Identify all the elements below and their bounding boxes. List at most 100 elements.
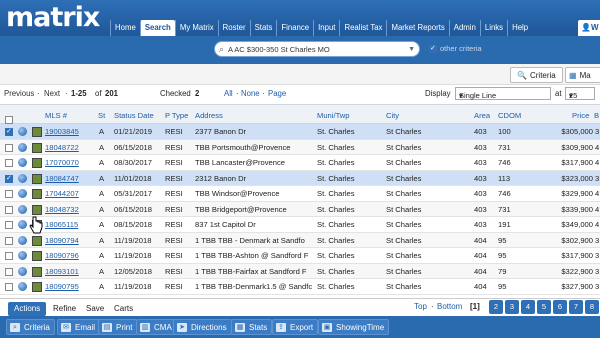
- globe-icon[interactable]: [18, 127, 27, 136]
- photo-icon[interactable]: [32, 282, 42, 292]
- criteria-button[interactable]: 🔍 Criteria: [510, 67, 563, 83]
- mls-number[interactable]: 18090794: [45, 236, 100, 245]
- table-row[interactable]: 18065115 A 08/15/2018 RESI 837 1st Capitol D…: [0, 217, 600, 233]
- col-muni[interactable]: Muni/Twp: [317, 111, 350, 120]
- mls-number[interactable]: 17070070: [45, 158, 100, 167]
- select-page-link[interactable]: Page: [268, 89, 286, 98]
- map-button[interactable]: ▦ Ma: [565, 67, 600, 83]
- stats-button[interactable]: ▦ Stats: [231, 319, 273, 335]
- nav-input[interactable]: Input: [313, 20, 339, 36]
- previous-link[interactable]: Previous: [4, 89, 34, 98]
- top-link[interactable]: Top: [414, 302, 427, 311]
- showingtime-button[interactable]: ▣ ShowingTime: [318, 319, 390, 335]
- select-all-link[interactable]: All: [224, 89, 233, 98]
- nav-roster[interactable]: Roster: [217, 20, 250, 36]
- page-7[interactable]: 7: [569, 300, 583, 314]
- globe-icon[interactable]: [18, 173, 27, 183]
- col-ptype[interactable]: P Type: [165, 111, 188, 120]
- page-2[interactable]: 2: [489, 300, 503, 314]
- next-link[interactable]: Next: [44, 89, 60, 98]
- page-3[interactable]: 3: [505, 300, 519, 314]
- table-row[interactable]: 18048732 A 06/15/2018 RESI TBB Bridgeport@Pr…: [0, 201, 600, 217]
- criteria-action-button[interactable]: ⌕ Criteria: [6, 319, 55, 335]
- photo-icon[interactable]: [32, 251, 42, 261]
- user-menu[interactable]: 👤W: [578, 20, 600, 36]
- col-mls[interactable]: MLS #: [45, 111, 67, 120]
- display-select[interactable]: Single Line ▾: [455, 87, 551, 100]
- col-area[interactable]: Area: [474, 111, 490, 120]
- row-checkbox[interactable]: [5, 282, 13, 291]
- speedbar-search[interactable]: ⌕ A AC $300-350 St Charles MO ▼: [214, 41, 420, 57]
- photo-icon[interactable]: [32, 142, 42, 153]
- other-criteria-toggle[interactable]: other criteria: [429, 44, 482, 53]
- mls-number[interactable]: 18090796: [45, 251, 100, 260]
- mls-number[interactable]: 18048732: [45, 205, 100, 214]
- photo-icon[interactable]: [32, 266, 42, 277]
- col-st[interactable]: St: [98, 111, 105, 120]
- row-checkbox[interactable]: [5, 205, 13, 214]
- photo-icon[interactable]: [32, 235, 42, 246]
- table-row[interactable]: 17044207 A 05/31/2017 RESI TBB Windsor@Prove…: [0, 186, 600, 202]
- search-input[interactable]: A AC $300-350 St Charles MO: [228, 45, 408, 54]
- globe-icon[interactable]: [18, 189, 27, 198]
- mls-number[interactable]: 18084747: [45, 174, 100, 183]
- nav-admin[interactable]: Admin: [448, 20, 480, 36]
- tab-refine[interactable]: Refine: [47, 302, 82, 316]
- globe-icon[interactable]: [18, 204, 27, 214]
- row-checkbox[interactable]: [5, 143, 13, 152]
- nav-finance[interactable]: Finance: [276, 20, 313, 36]
- page-8[interactable]: 8: [585, 300, 599, 314]
- col-city[interactable]: City: [386, 111, 399, 120]
- globe-icon[interactable]: [18, 220, 27, 229]
- globe-icon[interactable]: [18, 251, 27, 260]
- page-6[interactable]: 6: [553, 300, 567, 314]
- col-cdom[interactable]: CDOM: [498, 111, 521, 120]
- nav-links[interactable]: Links: [479, 20, 507, 36]
- page-4[interactable]: 4: [521, 300, 535, 314]
- globe-icon[interactable]: [18, 142, 27, 152]
- row-checkbox[interactable]: [5, 267, 13, 276]
- email-button[interactable]: ✉ Email: [57, 319, 101, 335]
- nav-search[interactable]: Search: [139, 20, 175, 36]
- export-button[interactable]: ⇪ Export: [272, 319, 319, 335]
- page-5[interactable]: 5: [537, 300, 551, 314]
- table-row[interactable]: 18090794 A 11/19/2018 RESI 1 TBB TBB - Denma…: [0, 232, 600, 248]
- photo-icon[interactable]: [32, 173, 42, 184]
- col-status-date[interactable]: Status Date: [114, 111, 154, 120]
- print-button[interactable]: ▤ Print: [98, 319, 138, 335]
- matrix-logo[interactable]: matrix: [6, 2, 100, 33]
- photo-icon[interactable]: [32, 127, 42, 137]
- globe-icon[interactable]: [18, 235, 27, 245]
- nav-help[interactable]: Help: [507, 20, 532, 36]
- table-row[interactable]: 19003845A 01/21/2019 RESI 2377 Banon Dr St. …: [0, 124, 600, 140]
- per-page-select[interactable]: 25 ▾: [565, 87, 595, 100]
- row-checkbox[interactable]: [5, 189, 13, 198]
- mls-number[interactable]: 19003845: [45, 127, 100, 136]
- col-address[interactable]: Address: [195, 111, 223, 120]
- table-row[interactable]: 18093101 A 12/05/2018 RESI 1 TBB TBB-Fairfax…: [0, 263, 600, 279]
- tab-carts[interactable]: Carts: [108, 302, 139, 316]
- tab-actions[interactable]: Actions: [8, 302, 47, 316]
- photo-icon[interactable]: [32, 204, 42, 215]
- mls-number[interactable]: 18048722: [45, 143, 100, 152]
- globe-icon[interactable]: [18, 266, 27, 276]
- col-price[interactable]: Price: [572, 111, 589, 120]
- row-checkbox[interactable]: [5, 236, 13, 245]
- photo-icon[interactable]: [32, 158, 42, 168]
- nav-home[interactable]: Home: [110, 20, 140, 36]
- globe-icon[interactable]: [18, 158, 27, 167]
- table-row[interactable]: 18090796 A 11/19/2018 RESI 1 TBB TBB-Ashton …: [0, 248, 600, 264]
- tab-save[interactable]: Save: [80, 302, 110, 316]
- row-checkbox[interactable]: [5, 127, 13, 136]
- row-checkbox[interactable]: [5, 174, 13, 183]
- mls-number[interactable]: 18065115: [45, 220, 100, 229]
- table-row[interactable]: 18048722 A 06/15/2018 RESI TBB Portsmouth@Pr…: [0, 139, 600, 155]
- row-checkbox[interactable]: [5, 220, 13, 229]
- nav-my-matrix[interactable]: My Matrix: [174, 20, 218, 36]
- mls-number[interactable]: 18093101: [45, 267, 100, 276]
- mls-number[interactable]: 17044207: [45, 189, 100, 198]
- dropdown-icon[interactable]: ▼: [408, 46, 415, 53]
- table-row[interactable]: 17070070 A 08/30/2017 RESI TBB Lancaster@Pro…: [0, 155, 600, 171]
- mls-number[interactable]: 18090795: [45, 282, 100, 291]
- bottom-link[interactable]: Bottom: [437, 302, 462, 311]
